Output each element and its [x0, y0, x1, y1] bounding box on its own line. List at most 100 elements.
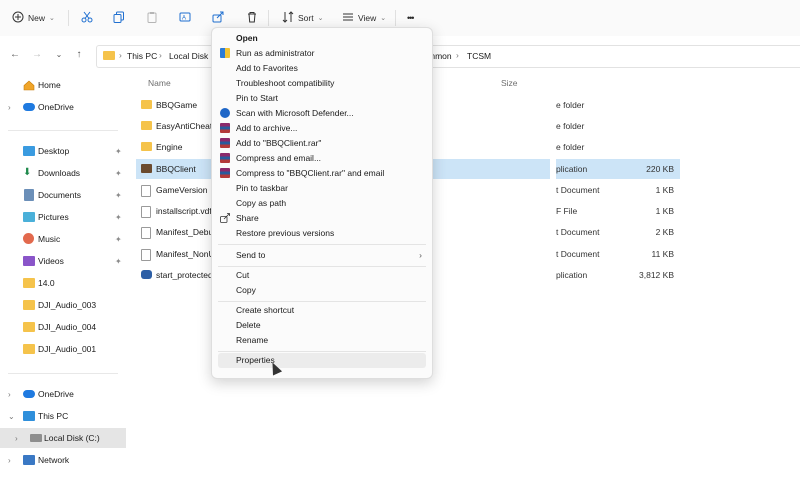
- menu-item-open[interactable]: Open: [218, 31, 426, 46]
- folder-icon: [23, 344, 35, 354]
- sidebar-item-folder[interactable]: DJI_Audio_001: [0, 339, 126, 359]
- column-header-name[interactable]: Name: [148, 78, 171, 88]
- menu-item-cut[interactable]: Cut: [218, 268, 426, 283]
- sidebar-item-desktop[interactable]: Desktop ✦: [0, 141, 126, 161]
- sidebar-divider: [8, 373, 118, 374]
- menu-item-compress-and-email[interactable]: Compress and email...: [218, 151, 426, 166]
- sidebar-item-folder[interactable]: DJI_Audio_004: [0, 317, 126, 337]
- breadcrumb-local-disk[interactable]: Local Disk (: [169, 51, 213, 61]
- sidebar-item-onedrive-personal[interactable]: › OneDrive: [0, 97, 126, 117]
- cloud-icon: [23, 103, 35, 111]
- navigation-pane: Home › OneDrive Desktop ✦ ⬇ Downloads ✦ …: [0, 70, 126, 492]
- menu-item-send-to[interactable]: Send to ›: [218, 248, 426, 263]
- new-label: New: [28, 13, 46, 23]
- table-row-details[interactable]: t Document 2 KB: [556, 222, 680, 242]
- sidebar-item-music[interactable]: Music ✦: [0, 229, 126, 249]
- menu-item-create-shortcut[interactable]: Create shortcut: [218, 303, 426, 318]
- menu-item-add-to-archive[interactable]: Add to archive...: [218, 121, 426, 136]
- address-bar[interactable]: › This PC › Local Disk ( mmon › TCSM: [96, 45, 800, 68]
- menu-item-add-to-favorites[interactable]: Add to Favorites: [218, 61, 426, 76]
- file-name: BBQClient: [156, 164, 196, 174]
- back-button[interactable]: ←: [8, 47, 22, 61]
- sidebar-item-documents[interactable]: Documents ✦: [0, 185, 126, 205]
- breadcrumb-this-pc[interactable]: This PC: [127, 51, 157, 61]
- cut-button[interactable]: [81, 9, 93, 27]
- table-row-details-selected[interactable]: plication 220 KB: [556, 159, 680, 179]
- text-document-icon: [141, 185, 151, 197]
- menu-item-rename[interactable]: Rename: [218, 333, 426, 348]
- sidebar-item-this-pc[interactable]: ⌄ This PC: [0, 406, 126, 426]
- recent-locations-button[interactable]: ⌄: [52, 47, 66, 61]
- menu-item-label: Add to Favorites: [236, 63, 298, 73]
- share-icon: [212, 11, 224, 25]
- file-size: 220 KB: [646, 164, 674, 174]
- pictures-icon: [23, 212, 35, 222]
- file-name: installscript.vdf: [156, 206, 212, 216]
- trash-icon: [246, 11, 258, 25]
- menu-item-label: Rename: [236, 335, 269, 345]
- paste-button[interactable]: [146, 9, 158, 27]
- table-row-details[interactable]: e folder: [556, 95, 680, 115]
- sidebar-item-downloads[interactable]: ⬇ Downloads ✦: [0, 163, 126, 183]
- sort-label: Sort: [298, 13, 314, 23]
- menu-item-scan-with-defender[interactable]: Scan with Microsoft Defender...: [218, 106, 426, 121]
- share-button[interactable]: [212, 9, 224, 27]
- view-button[interactable]: View ⌄: [342, 9, 386, 27]
- scissors-icon: [81, 11, 93, 25]
- delete-button[interactable]: [246, 9, 258, 27]
- up-button[interactable]: ↑: [72, 47, 86, 61]
- menu-item-compress-to-rar-and-email[interactable]: Compress to "BBQClient.rar" and email: [218, 166, 426, 181]
- menu-item-copy[interactable]: Copy: [218, 283, 426, 298]
- sort-button[interactable]: Sort ⌄: [282, 9, 323, 27]
- menu-item-label: Restore previous versions: [236, 228, 335, 238]
- table-row-details[interactable]: plication 3,812 KB: [556, 265, 680, 285]
- sidebar-item-network[interactable]: › Network: [0, 450, 126, 470]
- pin-icon: ✦: [115, 234, 122, 244]
- more-options-button[interactable]: •••: [407, 9, 415, 27]
- menu-item-copy-as-path[interactable]: Copy as path: [218, 196, 426, 211]
- sidebar-item-label: Music: [38, 234, 61, 244]
- cloud-icon: [23, 390, 35, 398]
- column-header-size[interactable]: Size: [501, 78, 518, 88]
- menu-item-pin-to-taskbar[interactable]: Pin to taskbar: [218, 181, 426, 196]
- file-size: 11 KB: [651, 249, 674, 259]
- menu-item-label: Copy: [236, 285, 256, 295]
- menu-item-troubleshoot-compatibility[interactable]: Troubleshoot compatibility: [218, 76, 426, 91]
- table-row-details[interactable]: t Document 1 KB: [556, 180, 680, 200]
- file-name: BBQGame: [156, 100, 198, 110]
- sidebar-item-pictures[interactable]: Pictures ✦: [0, 207, 126, 227]
- chevron-right-icon: ›: [15, 433, 18, 443]
- menu-item-pin-to-start[interactable]: Pin to Start: [218, 91, 426, 106]
- sidebar-item-folder[interactable]: 14.0: [0, 273, 126, 293]
- rename-button[interactable]: A: [179, 9, 191, 27]
- chevron-right-icon: ›: [8, 455, 11, 465]
- sidebar-item-home[interactable]: Home: [0, 75, 126, 95]
- menu-item-share[interactable]: Share: [218, 211, 426, 226]
- breadcrumb-tcsm[interactable]: TCSM: [467, 51, 491, 61]
- menu-item-delete[interactable]: Delete: [218, 318, 426, 333]
- menu-item-add-to-rar[interactable]: Add to "BBQClient.rar": [218, 136, 426, 151]
- file-type: F File: [556, 206, 578, 216]
- sidebar-item-label: Videos: [38, 256, 64, 266]
- sidebar-item-videos[interactable]: Videos ✦: [0, 251, 126, 271]
- menu-item-label: Delete: [236, 320, 261, 330]
- table-row-details[interactable]: e folder: [556, 137, 680, 157]
- table-row-details[interactable]: t Document 11 KB: [556, 244, 680, 264]
- sidebar-item-onedrive[interactable]: › OneDrive: [0, 384, 126, 404]
- menu-item-label: Compress and email...: [236, 153, 322, 163]
- sidebar-item-folder[interactable]: DJI_Audio_003: [0, 295, 126, 315]
- sidebar-item-label: DJI_Audio_003: [38, 300, 97, 310]
- forward-button[interactable]: →: [30, 47, 44, 61]
- sidebar-item-label: Network: [38, 455, 70, 465]
- menu-item-run-as-administrator[interactable]: Run as administrator: [218, 46, 426, 61]
- sidebar-item-local-disk[interactable]: › Local Disk (C:): [0, 428, 126, 448]
- pin-icon: ✦: [115, 256, 122, 266]
- table-row-details[interactable]: e folder: [556, 116, 680, 136]
- menu-item-label: Pin to taskbar: [236, 183, 288, 193]
- new-button[interactable]: New ⌄: [12, 9, 55, 27]
- menu-item-properties[interactable]: Properties: [218, 353, 426, 368]
- copy-button[interactable]: [113, 9, 125, 27]
- menu-item-restore-previous-versions[interactable]: Restore previous versions: [218, 226, 426, 241]
- chevron-down-icon: ⌄: [8, 411, 15, 421]
- table-row-details[interactable]: F File 1 KB: [556, 201, 680, 221]
